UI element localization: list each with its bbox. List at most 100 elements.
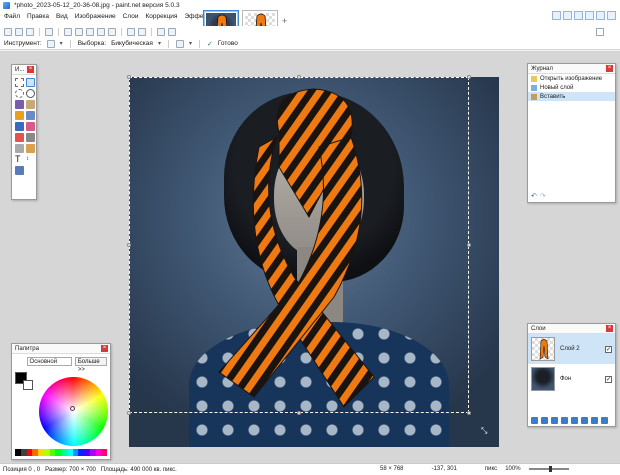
layer-thumbnail xyxy=(531,337,555,361)
pencil-icon[interactable] xyxy=(15,133,24,142)
duplicate-layer-icon[interactable] xyxy=(551,417,558,424)
line-curve-icon[interactable]: ↕ xyxy=(26,155,35,164)
deselect-icon[interactable] xyxy=(108,28,116,36)
menu-edit[interactable]: Правка xyxy=(27,13,49,20)
color-wheel[interactable] xyxy=(39,377,108,446)
tool-window-icon[interactable] xyxy=(552,11,561,20)
close-icon[interactable]: × xyxy=(606,325,613,332)
copy-icon[interactable] xyxy=(75,28,83,36)
secondary-color-swatch[interactable] xyxy=(23,380,33,390)
layers-panel-title: Слои xyxy=(531,325,546,332)
help-icon[interactable] xyxy=(607,11,616,20)
resize-handle[interactable] xyxy=(467,75,471,79)
ruler-icon[interactable] xyxy=(168,28,176,36)
print-icon[interactable] xyxy=(45,28,53,36)
image-size-readout: Размер: 700 × 700 xyxy=(45,466,96,473)
layer-row[interactable]: Фон ✓ xyxy=(528,364,615,394)
paint-bucket-icon[interactable] xyxy=(15,111,24,120)
grid-icon[interactable] xyxy=(157,28,165,36)
close-icon[interactable]: × xyxy=(606,65,613,72)
layer-visibility-checkbox[interactable]: ✓ xyxy=(605,375,612,383)
color-picker-icon[interactable] xyxy=(26,144,35,153)
pan-icon[interactable] xyxy=(26,100,35,109)
primary-color-swatch[interactable] xyxy=(15,372,33,390)
text-icon[interactable]: T xyxy=(15,155,24,164)
close-icon[interactable]: × xyxy=(101,345,108,352)
rectangle-select-icon[interactable] xyxy=(15,78,24,87)
open-file-icon[interactable] xyxy=(15,28,23,36)
zoom-slider[interactable] xyxy=(528,466,569,472)
palette-strip xyxy=(15,449,107,456)
sampling-label: Выборка: xyxy=(77,40,107,47)
delete-layer-icon[interactable] xyxy=(541,417,548,424)
add-layer-icon[interactable] xyxy=(531,417,538,424)
palette-color-swatch[interactable] xyxy=(101,449,107,456)
chevron-down-icon[interactable]: ▾ xyxy=(60,40,63,47)
move-icon[interactable]: ⤡ xyxy=(481,426,487,436)
new-file-icon[interactable] xyxy=(4,28,12,36)
eraser-icon[interactable] xyxy=(26,122,35,131)
resize-handle[interactable] xyxy=(127,243,131,247)
image-canvas[interactable] xyxy=(129,77,499,447)
ellipse-select-icon[interactable] xyxy=(15,89,24,98)
palette-preset-select[interactable]: Основной xyxy=(26,357,72,366)
cut-icon[interactable] xyxy=(64,28,72,36)
colors-window-icon[interactable] xyxy=(585,11,594,20)
history-footer: ↶ ↷ xyxy=(531,192,546,200)
move-layer-up-icon[interactable] xyxy=(571,417,578,424)
menu-image[interactable]: Изображение xyxy=(75,13,116,20)
history-window-icon[interactable] xyxy=(563,11,572,20)
chevron-down-icon[interactable]: ▾ xyxy=(158,40,161,47)
done-button[interactable]: Готово xyxy=(218,40,238,47)
history-item-open[interactable]: Открыть изображение xyxy=(528,74,615,83)
layer-row[interactable]: Слой 2 ✓ xyxy=(528,334,615,364)
move-selection-icon[interactable] xyxy=(46,39,55,48)
menu-layers[interactable]: Слои xyxy=(123,13,139,20)
paste-icon[interactable] xyxy=(86,28,94,36)
units-select[interactable]: пикс xyxy=(485,466,497,472)
more-button[interactable]: Больше >> xyxy=(74,357,107,373)
paintbrush-icon[interactable] xyxy=(15,122,24,131)
zoom-readout[interactable]: 100% xyxy=(505,466,520,472)
merge-layer-icon[interactable] xyxy=(561,417,568,424)
wrench-icon[interactable] xyxy=(601,417,608,424)
sampling-select[interactable]: Бикубическая xyxy=(111,40,153,47)
settings-icon[interactable] xyxy=(596,11,605,20)
gradient-icon[interactable] xyxy=(26,111,35,120)
resize-handle[interactable] xyxy=(467,243,471,247)
redo-icon[interactable]: ↷ xyxy=(540,192,546,200)
menu-view[interactable]: Вид xyxy=(56,13,68,20)
move-selected-icon[interactable] xyxy=(26,78,35,87)
history-item-paste[interactable]: Вставить xyxy=(528,92,615,101)
resize-handle[interactable] xyxy=(297,411,301,415)
redo-icon[interactable] xyxy=(138,28,146,36)
undo-icon[interactable]: ↶ xyxy=(531,192,537,200)
recolor-icon[interactable] xyxy=(15,144,24,153)
view-buttons xyxy=(596,28,604,36)
resize-handle[interactable] xyxy=(127,411,131,415)
menu-file[interactable]: Файл xyxy=(4,13,20,20)
clone-stamp-icon[interactable] xyxy=(26,133,35,142)
layer-properties-icon[interactable] xyxy=(591,417,598,424)
resize-handle[interactable] xyxy=(297,75,301,79)
color-wheel-marker[interactable] xyxy=(70,406,75,411)
resize-handle[interactable] xyxy=(127,75,131,79)
magic-wand-icon[interactable] xyxy=(15,100,24,109)
resize-handle[interactable] xyxy=(467,411,471,415)
layers-window-icon[interactable] xyxy=(574,11,583,20)
undo-icon[interactable] xyxy=(127,28,135,36)
chevron-down-icon[interactable]: ▾ xyxy=(189,40,192,47)
shapes-icon[interactable] xyxy=(15,166,24,175)
new-tab-icon[interactable]: + xyxy=(282,16,287,26)
layer-visibility-checkbox[interactable]: ✓ xyxy=(605,345,612,353)
zoom-icon[interactable] xyxy=(26,89,35,98)
blend-mode-icon[interactable] xyxy=(175,39,184,48)
check-icon[interactable]: ✓ xyxy=(207,40,213,48)
zoom-in-icon[interactable] xyxy=(596,28,604,36)
move-layer-down-icon[interactable] xyxy=(581,417,588,424)
crop-icon[interactable] xyxy=(97,28,105,36)
history-item-new-layer[interactable]: Новый слой xyxy=(528,83,615,92)
save-icon[interactable] xyxy=(26,28,34,36)
close-icon[interactable]: × xyxy=(27,66,34,73)
menu-adjustments[interactable]: Коррекция xyxy=(145,13,177,20)
